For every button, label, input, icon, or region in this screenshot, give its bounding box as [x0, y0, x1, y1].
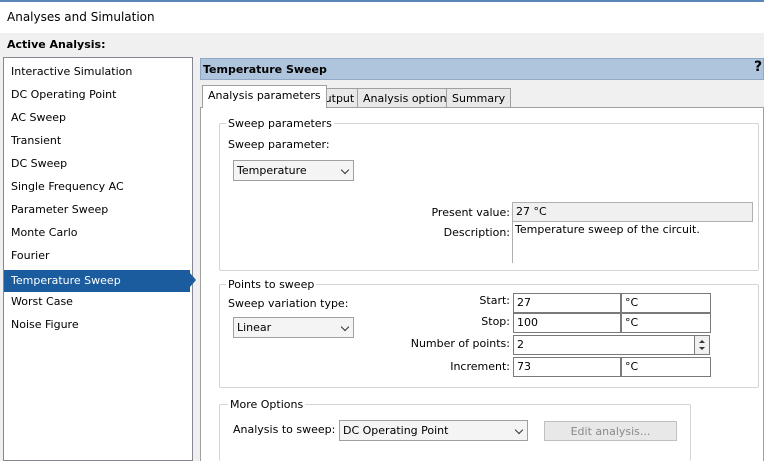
present-value-label: Present value:: [431, 206, 510, 219]
sweep-variation-value: Linear: [237, 321, 272, 334]
list-item-worst-case[interactable]: Worst Case: [4, 292, 190, 312]
stop-label: Stop:: [481, 315, 510, 328]
analysis-to-sweep-value: DC Operating Point: [343, 424, 449, 437]
active-analysis-label: Active Analysis:: [7, 38, 106, 51]
chevron-down-icon: [514, 425, 524, 435]
analysis-to-sweep-label: Analysis to sweep:: [233, 423, 336, 436]
sweep-parameters-label: Sweep parameters: [226, 117, 334, 130]
stop-unit-field[interactable]: °C: [621, 313, 711, 333]
list-item-parameter-sweep[interactable]: Parameter Sweep: [4, 200, 190, 220]
edit-analysis-button[interactable]: Edit analysis...: [544, 421, 677, 441]
sweep-parameter-value: Temperature: [237, 164, 307, 177]
list-item-monte-carlo[interactable]: Monte Carlo: [4, 223, 190, 243]
present-value-field: 27 °C: [512, 202, 753, 222]
list-item-single-frequency-ac[interactable]: Single Frequency AC: [4, 177, 190, 197]
start-label: Start:: [479, 294, 510, 307]
list-item-dc-sweep[interactable]: DC Sweep: [4, 154, 190, 174]
list-item-ac-sweep[interactable]: AC Sweep: [4, 108, 190, 128]
list-item-interactive-simulation[interactable]: Interactive Simulation: [4, 62, 190, 82]
sweep-variation-select[interactable]: Linear: [233, 317, 354, 338]
panel-title: Temperature Sweep: [203, 63, 327, 76]
increment-label: Increment:: [450, 360, 510, 373]
tab-summary[interactable]: Summary: [446, 88, 512, 108]
analysis-to-sweep-select[interactable]: DC Operating Point: [339, 420, 528, 441]
selection-arrow-icon: [190, 273, 196, 287]
points-stepper[interactable]: [694, 335, 710, 355]
stepper-arrows-icon: [699, 340, 705, 350]
number-of-points-field[interactable]: 2: [513, 335, 695, 355]
list-item-temperature-sweep[interactable]: Temperature Sweep: [4, 270, 196, 292]
start-field[interactable]: 27: [513, 293, 621, 313]
description-label: Description:: [443, 226, 510, 239]
window-title: Analyses and Simulation: [7, 10, 155, 24]
list-item-transient[interactable]: Transient: [4, 131, 190, 151]
list-item-noise-figure[interactable]: Noise Figure: [4, 315, 190, 335]
chevron-down-icon: [340, 165, 350, 175]
list-item-label: Temperature Sweep: [11, 274, 121, 287]
list-item-dc-operating-point[interactable]: DC Operating Point: [4, 85, 190, 105]
sweep-parameter-select[interactable]: Temperature: [233, 160, 354, 181]
tab-analysis-parameters[interactable]: Analysis parameters: [202, 85, 327, 108]
sweep-variation-label: Sweep variation type:: [228, 297, 349, 310]
start-unit-field[interactable]: °C: [621, 293, 711, 313]
stop-field[interactable]: 100: [513, 313, 621, 333]
sweep-parameter-label: Sweep parameter:: [228, 138, 330, 151]
increment-field[interactable]: 73: [513, 357, 621, 377]
description-field[interactable]: Temperature sweep of the circuit.: [512, 221, 753, 263]
increment-unit-field[interactable]: °C: [621, 357, 711, 377]
more-options-label: More Options: [228, 398, 306, 411]
analysis-list[interactable]: Interactive Simulation DC Operating Poin…: [3, 57, 196, 461]
number-of-points-label: Number of points:: [410, 337, 510, 350]
help-icon[interactable]: ?: [754, 59, 762, 75]
list-item-fourier[interactable]: Fourier: [4, 246, 190, 266]
points-to-sweep-label: Points to sweep: [226, 278, 317, 291]
chevron-down-icon: [340, 322, 350, 332]
tab-analysis-options[interactable]: Analysis options: [357, 88, 459, 108]
